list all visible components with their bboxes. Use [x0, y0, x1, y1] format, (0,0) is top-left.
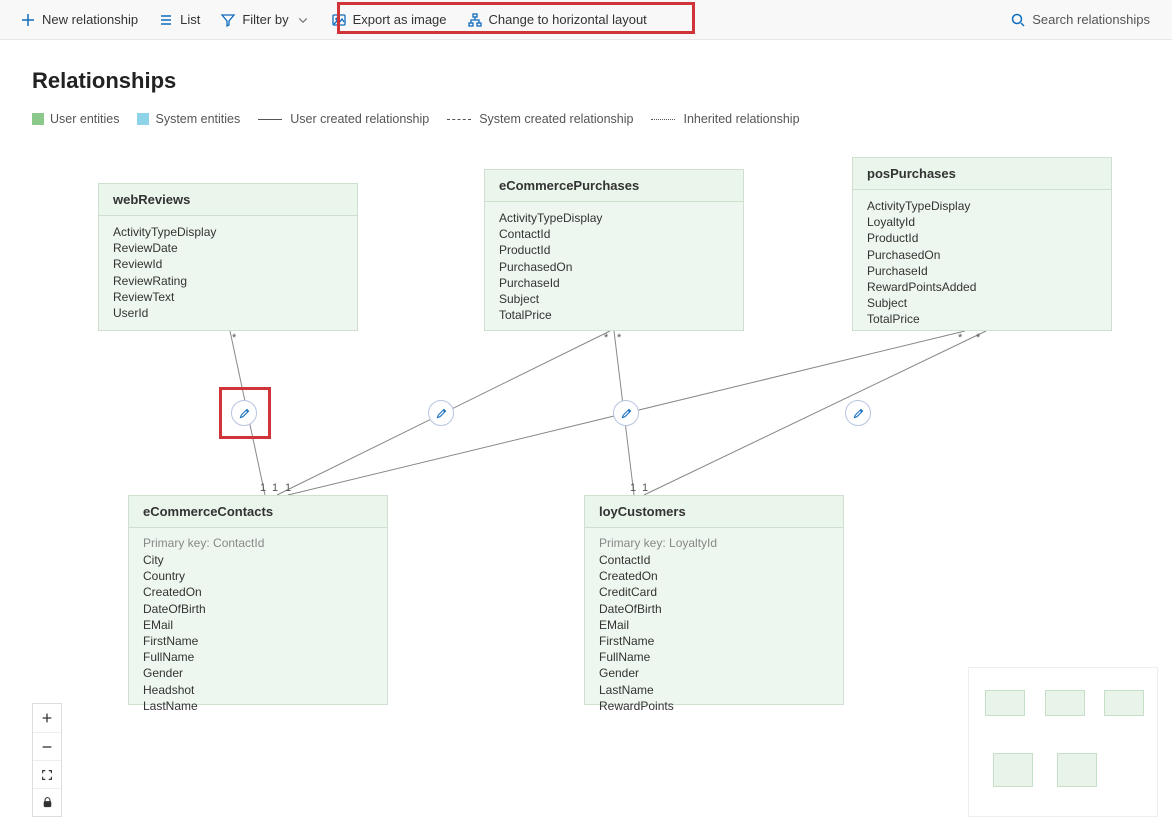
export-image-button[interactable]: Export as image	[323, 8, 455, 32]
line-dashed-icon	[447, 119, 471, 120]
export-image-label: Export as image	[353, 12, 447, 27]
new-relationship-button[interactable]: New relationship	[12, 8, 146, 32]
minimap-entity	[1045, 690, 1085, 716]
image-icon	[331, 12, 347, 28]
entity-title: posPurchases	[853, 158, 1111, 190]
legend-system-rel: System created relationship	[447, 112, 633, 126]
card-one: 1	[260, 482, 266, 494]
entity-fields: Primary key: ContactId City Country Crea…	[129, 528, 387, 722]
new-relationship-label: New relationship	[42, 12, 138, 27]
plus-icon	[20, 12, 36, 28]
legend-inherited-rel: Inherited relationship	[651, 112, 799, 126]
search-icon	[1010, 12, 1026, 28]
list-button[interactable]: List	[150, 8, 208, 32]
filter-by-button[interactable]: Filter by	[212, 8, 318, 32]
filter-by-label: Filter by	[242, 12, 288, 27]
entity-ecommercepurchases[interactable]: eCommercePurchases ActivityTypeDisplay C…	[484, 169, 744, 331]
search-relationships[interactable]: Search relationships	[1000, 8, 1160, 32]
page: Relationships User entities System entit…	[0, 40, 1172, 831]
card-many: *	[617, 332, 621, 344]
entity-ecommercecontacts[interactable]: eCommerceContacts Primary key: ContactId…	[128, 495, 388, 705]
entity-pospurchases[interactable]: posPurchases ActivityTypeDisplay Loyalty…	[852, 157, 1112, 331]
card-one: 1	[285, 482, 291, 494]
zoom-in-button[interactable]	[33, 704, 61, 732]
entity-fields: ActivityTypeDisplay LoyaltyId ProductId …	[853, 190, 1111, 336]
minimap-entity	[1104, 690, 1144, 716]
zoom-out-button[interactable]	[33, 732, 61, 760]
diagram-canvas[interactable]: * * * * * 1 1 1 1 1 webReviews ActivityT…	[32, 146, 1140, 726]
edit-relationship-button[interactable]	[845, 400, 871, 426]
entity-fields: Primary key: LoyaltyId ContactId Created…	[585, 528, 843, 722]
entity-webreviews[interactable]: webReviews ActivityTypeDisplay ReviewDat…	[98, 183, 358, 331]
card-one: 1	[272, 482, 278, 494]
legend-user-entities: User entities	[32, 112, 119, 126]
entity-fields: ActivityTypeDisplay ReviewDate ReviewId …	[99, 216, 357, 329]
zoom-fit-button[interactable]	[33, 760, 61, 788]
entity-title: webReviews	[99, 184, 357, 216]
entity-title: loyCustomers	[585, 496, 843, 528]
entity-title: eCommerceContacts	[129, 496, 387, 528]
toolbar: New relationship List Filter by Export a…	[0, 0, 1172, 40]
hierarchy-icon	[467, 12, 483, 28]
change-layout-label: Change to horizontal layout	[489, 12, 647, 27]
card-one: 1	[630, 482, 636, 494]
minimap[interactable]	[968, 667, 1158, 817]
filter-icon	[220, 12, 236, 28]
legend-system-entities: System entities	[137, 112, 240, 126]
swatch-user-icon	[32, 113, 44, 125]
list-label: List	[180, 12, 200, 27]
minimap-entity	[993, 753, 1033, 787]
line-dotted-icon	[651, 119, 675, 120]
list-icon	[158, 12, 174, 28]
legend: User entities System entities User creat…	[32, 112, 1140, 126]
entity-loycustomers[interactable]: loyCustomers Primary key: LoyaltyId Cont…	[584, 495, 844, 705]
edit-relationship-button[interactable]	[428, 400, 454, 426]
search-placeholder: Search relationships	[1032, 12, 1150, 27]
card-many: *	[604, 332, 608, 344]
line-solid-icon	[258, 119, 282, 120]
zoom-controls	[32, 703, 62, 817]
edit-relationship-button[interactable]	[613, 400, 639, 426]
entity-title: eCommercePurchases	[485, 170, 743, 202]
legend-user-rel: User created relationship	[258, 112, 429, 126]
card-one: 1	[642, 482, 648, 494]
minimap-entity	[985, 690, 1025, 716]
swatch-system-icon	[137, 113, 149, 125]
lock-button[interactable]	[33, 788, 61, 816]
page-title: Relationships	[32, 68, 1140, 94]
edit-relationship-button[interactable]	[231, 400, 257, 426]
entity-fields: ActivityTypeDisplay ContactId ProductId …	[485, 202, 743, 331]
minimap-entity	[1057, 753, 1097, 787]
change-layout-button[interactable]: Change to horizontal layout	[459, 8, 655, 32]
card-many: *	[232, 332, 236, 344]
chevron-down-icon	[295, 12, 311, 28]
